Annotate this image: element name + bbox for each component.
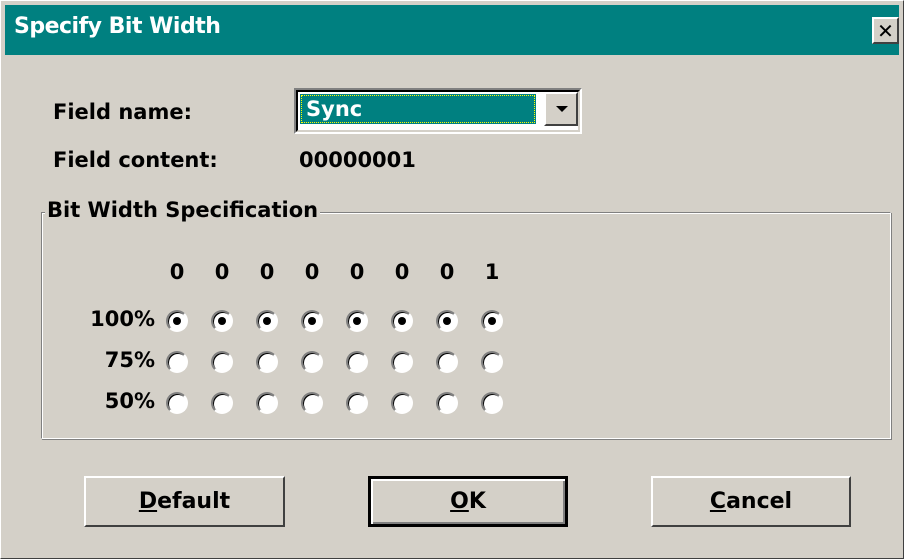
row-label: 50% bbox=[104, 389, 155, 413]
row-label: 75% bbox=[104, 348, 155, 372]
field-content-value: 00000001 bbox=[299, 148, 416, 172]
bit-header: 0 bbox=[394, 260, 410, 284]
specify-bit-width-dialog: Specify Bit Width ✕ Field name: Sync Fie… bbox=[0, 0, 904, 559]
bit-header: 0 bbox=[349, 260, 365, 284]
bit-width-radio[interactable] bbox=[301, 392, 323, 414]
bit-width-group-title: Bit Width Specification bbox=[45, 198, 321, 222]
bit-width-radio[interactable] bbox=[211, 392, 233, 414]
bit-width-radio[interactable] bbox=[436, 310, 458, 332]
default-button-label: efault bbox=[157, 489, 231, 514]
bit-width-radio[interactable] bbox=[166, 310, 188, 332]
bit-width-radio[interactable] bbox=[166, 392, 188, 414]
bit-width-radio[interactable] bbox=[211, 310, 233, 332]
bit-width-radio[interactable] bbox=[301, 351, 323, 373]
default-button[interactable]: Default bbox=[84, 476, 285, 527]
bit-width-radio[interactable] bbox=[256, 310, 278, 332]
bit-width-radio[interactable] bbox=[346, 351, 368, 373]
bit-width-radio[interactable] bbox=[481, 392, 503, 414]
field-name-label: Field name: bbox=[53, 100, 192, 124]
field-name-dropdown[interactable]: Sync bbox=[294, 88, 582, 134]
bit-header: 0 bbox=[439, 260, 455, 284]
bit-width-radio[interactable] bbox=[481, 310, 503, 332]
bit-width-radio[interactable] bbox=[436, 351, 458, 373]
bit-width-radio[interactable] bbox=[346, 310, 368, 332]
bit-header: 1 bbox=[484, 260, 500, 284]
bit-header: 0 bbox=[259, 260, 275, 284]
bit-header: 0 bbox=[304, 260, 320, 284]
ok-button-mnemonic: O bbox=[450, 489, 469, 514]
default-button-mnemonic: D bbox=[138, 489, 158, 514]
bit-width-radio[interactable] bbox=[391, 392, 413, 414]
bit-width-radio[interactable] bbox=[166, 351, 188, 373]
bit-width-radio[interactable] bbox=[256, 392, 278, 414]
bit-width-radio[interactable] bbox=[346, 392, 368, 414]
cancel-button[interactable]: Cancel bbox=[651, 476, 851, 527]
title-bar[interactable]: Specify Bit Width ✕ bbox=[5, 5, 899, 55]
bit-width-radio[interactable] bbox=[391, 310, 413, 332]
bit-width-radio[interactable] bbox=[391, 351, 413, 373]
window-title: Specify Bit Width bbox=[14, 14, 221, 39]
chevron-down-icon[interactable] bbox=[544, 92, 578, 126]
ok-button-label: K bbox=[468, 489, 486, 514]
field-content-label: Field content: bbox=[53, 148, 218, 172]
row-label: 100% bbox=[90, 307, 155, 331]
cancel-button-mnemonic: C bbox=[709, 489, 727, 514]
bit-header: 0 bbox=[169, 260, 185, 284]
close-icon: ✕ bbox=[877, 18, 894, 43]
bit-width-radio[interactable] bbox=[256, 351, 278, 373]
bit-width-radio[interactable] bbox=[481, 351, 503, 373]
bit-width-radio[interactable] bbox=[211, 351, 233, 373]
bit-width-radio[interactable] bbox=[301, 310, 323, 332]
bit-header: 0 bbox=[214, 260, 230, 284]
cancel-button-label: ancel bbox=[726, 489, 793, 514]
close-button[interactable]: ✕ bbox=[872, 17, 899, 44]
field-name-selected-value[interactable]: Sync bbox=[300, 94, 536, 124]
ok-button[interactable]: OK bbox=[368, 476, 568, 527]
bit-width-radio[interactable] bbox=[436, 392, 458, 414]
